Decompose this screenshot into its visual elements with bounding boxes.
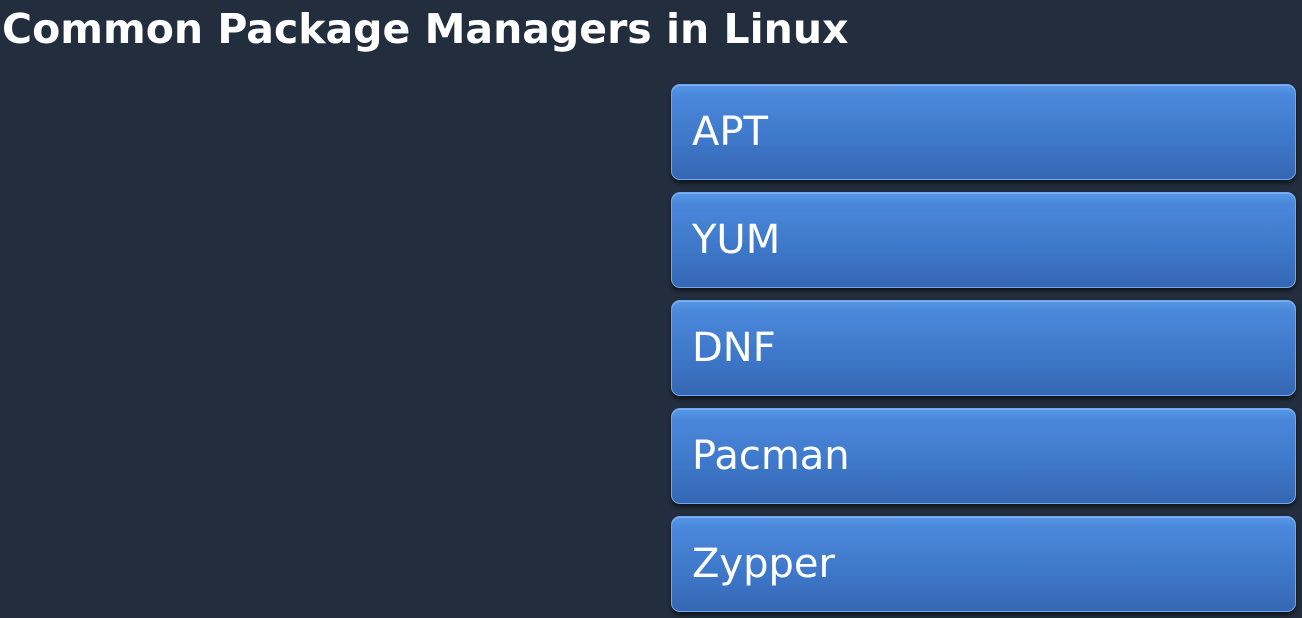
item-zypper: Zypper (671, 516, 1296, 612)
item-label: DNF (692, 325, 776, 371)
item-label: Pacman (692, 433, 850, 479)
slide-title: Common Package Managers in Linux (2, 5, 849, 53)
item-label: YUM (692, 217, 781, 263)
item-yum: YUM (671, 192, 1296, 288)
item-label: Zypper (692, 541, 835, 587)
item-dnf: DNF (671, 300, 1296, 396)
item-apt: APT (671, 84, 1296, 180)
item-pacman: Pacman (671, 408, 1296, 504)
item-label: APT (692, 109, 768, 155)
package-manager-list: APT YUM DNF Pacman Zypper (671, 84, 1296, 612)
